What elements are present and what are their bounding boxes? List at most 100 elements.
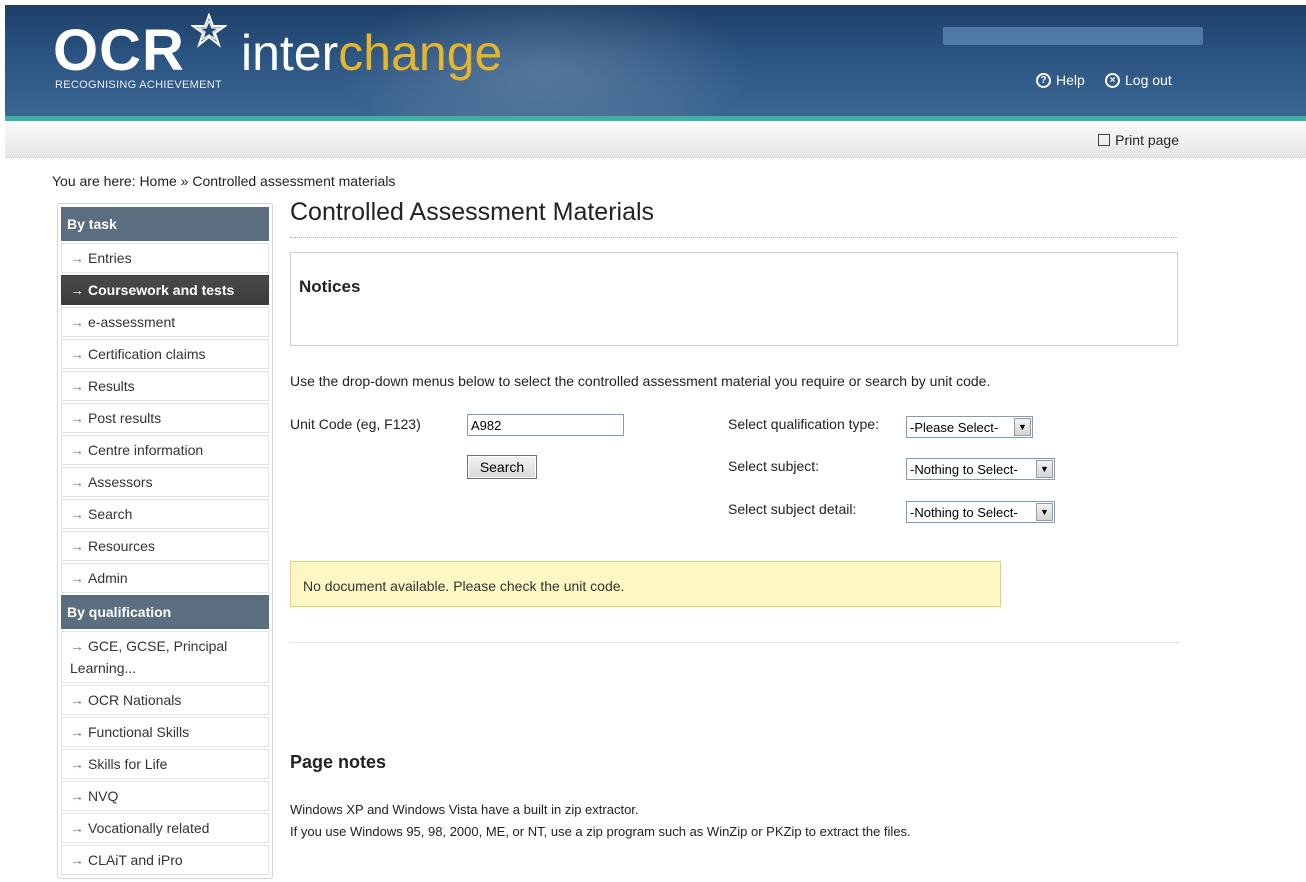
star-logo-icon	[191, 13, 227, 48]
arrow-right-icon: →	[70, 346, 84, 362]
subject-detail-value: -Nothing to Select-	[910, 504, 1018, 520]
sidebar-item-certification-claims[interactable]: → Certification claims	[61, 339, 269, 369]
sidebar-item-results[interactable]: → Results	[61, 371, 269, 401]
subject-detail-select[interactable]: -Nothing to Select- ▼	[906, 501, 1055, 523]
arrow-right-icon: →	[70, 852, 84, 868]
arrow-right-icon: →	[70, 250, 84, 266]
sidebar-item-entries[interactable]: → Entries	[61, 243, 269, 273]
sidebar-item-admin[interactable]: → Admin	[61, 563, 269, 593]
unit-code-input[interactable]	[467, 414, 624, 436]
sidebar-item-label: Coursework and tests	[88, 282, 235, 298]
qualification-type-select[interactable]: -Please Select- ▼	[906, 416, 1033, 438]
subject-select[interactable]: -Nothing to Select- ▼	[906, 458, 1055, 480]
sidebar-item-clait-and-ipro[interactable]: → CLAiT and iPro	[61, 845, 269, 875]
printer-icon	[1098, 134, 1111, 146]
sidebar-item-label: Admin	[88, 570, 128, 586]
sidebar-item-label: CLAiT and iPro	[88, 852, 183, 868]
subject-value: -Nothing to Select-	[910, 461, 1018, 477]
arrow-right-icon: →	[70, 378, 84, 394]
sidebar-heading-by-qualification: By qualification	[61, 595, 269, 629]
toolbar: Print page	[5, 121, 1306, 158]
sidebar-item-search[interactable]: → Search	[61, 499, 269, 529]
arrow-right-icon: →	[70, 692, 84, 708]
sidebar-item-label: Functional Skills	[88, 724, 190, 740]
arrow-right-icon: →	[70, 756, 84, 772]
arrow-right-icon: →	[70, 410, 84, 426]
chevron-down-icon: ▼	[1014, 418, 1031, 436]
sidebar-item-ocr-nationals[interactable]: → OCR Nationals	[61, 685, 269, 715]
arrow-right-icon: →	[70, 474, 84, 490]
notices-heading: Notices	[299, 277, 361, 296]
sidebar-item-skills-for-life[interactable]: → Skills for Life	[61, 749, 269, 779]
logo-tagline: RECOGNISING ACHIEVEMENT	[55, 79, 223, 91]
site-header: OCR RECOGNISING ACHIEVEMENT interchange …	[5, 5, 1306, 121]
sidebar-item-label: Certification claims	[88, 346, 206, 362]
sidebar-item-label: Resources	[88, 538, 155, 554]
qualification-type-value: -Please Select-	[910, 419, 999, 435]
chevron-down-icon: ▼	[1036, 460, 1053, 478]
subject-detail-label: Select subject detail:	[728, 501, 857, 517]
product-name-part1: inter	[241, 25, 339, 81]
subject-label: Select subject:	[728, 458, 820, 474]
help-icon: ?	[1036, 72, 1051, 88]
page-note-line-1: Windows XP and Windows Vista have a buil…	[290, 802, 639, 817]
header-user-bar	[943, 27, 1203, 45]
print-label: Print page	[1115, 132, 1179, 148]
arrow-right-icon: →	[70, 442, 84, 458]
product-name: interchange	[241, 25, 502, 81]
sidebar-item-label: Skills for Life	[88, 756, 168, 772]
sidebar-item-label: Search	[88, 506, 133, 522]
instructions-text: Use the drop-down menus below to select …	[290, 373, 991, 389]
print-page-link[interactable]: Print page	[1098, 132, 1179, 148]
breadcrumb: You are here: Home » Controlled assessme…	[52, 173, 396, 189]
unit-code-label: Unit Code (eg, F123)	[290, 416, 421, 432]
sidebar-item-label: Entries	[88, 250, 132, 266]
sidebar-heading-by-task: By task	[61, 207, 269, 241]
no-document-warning: No document available. Please check the …	[290, 561, 1001, 607]
qualification-type-label: Select qualification type:	[728, 416, 879, 432]
arrow-right-icon: →	[70, 788, 84, 804]
sidebar-item-label: Post results	[88, 410, 162, 426]
sidebar-item-centre-information[interactable]: → Centre information	[61, 435, 269, 465]
sidebar-item-e-assessment[interactable]: → e-assessment	[61, 307, 269, 337]
sidebar-item-resources[interactable]: → Resources	[61, 531, 269, 561]
sidebar-item-label: e-assessment	[88, 314, 176, 330]
sidebar: By task → Entries → Coursework and tests →…	[57, 203, 273, 879]
sidebar-item-label: Centre information	[88, 442, 204, 458]
sidebar-item-label: Assessors	[88, 474, 153, 490]
page-note-line-2: If you use Windows 95, 98, 2000, ME, or …	[290, 824, 911, 839]
sidebar-item-label: Vocationally related	[88, 820, 210, 836]
sidebar-item-vocationally-related[interactable]: → Vocationally related	[61, 813, 269, 843]
arrow-right-icon: →	[70, 538, 84, 554]
divider	[290, 642, 1179, 643]
arrow-right-icon: →	[70, 506, 84, 522]
sidebar-item-assessors[interactable]: → Assessors	[61, 467, 269, 497]
sidebar-item-gce-gcse[interactable]: → GCE, GCSE, Principal Learning...	[61, 631, 269, 683]
arrow-right-icon: →	[70, 724, 84, 740]
sidebar-item-post-results[interactable]: → Post results	[61, 403, 269, 433]
arrow-right-icon: →	[70, 638, 84, 654]
help-link[interactable]: ? Help	[1036, 72, 1085, 88]
search-button[interactable]: Search	[467, 455, 537, 479]
help-label: Help	[1056, 72, 1085, 88]
notices-box: Notices	[290, 252, 1178, 346]
arrow-right-icon: →	[70, 820, 84, 836]
arrow-right-icon: →	[70, 282, 84, 298]
page-title: Controlled Assessment Materials	[290, 198, 1178, 238]
sidebar-item-label: OCR Nationals	[88, 692, 182, 708]
page-notes-heading: Page notes	[290, 752, 387, 772]
arrow-right-icon: →	[70, 314, 84, 330]
chevron-down-icon: ▼	[1036, 503, 1053, 521]
logout-label: Log out	[1125, 72, 1172, 88]
sidebar-item-nvq[interactable]: → NVQ	[61, 781, 269, 811]
sidebar-item-label: Results	[88, 378, 135, 394]
sidebar-item-label: NVQ	[88, 788, 119, 804]
arrow-right-icon: →	[70, 570, 84, 586]
sidebar-item-label: GCE, GCSE, Principal Learning...	[70, 638, 228, 676]
sidebar-item-functional-skills[interactable]: → Functional Skills	[61, 717, 269, 747]
logout-link[interactable]: × Log out	[1105, 72, 1172, 88]
product-name-part2: change	[338, 25, 503, 81]
close-circle-icon: ×	[1105, 72, 1120, 88]
sidebar-item-coursework-and-tests[interactable]: → Coursework and tests	[61, 275, 269, 305]
ocr-logo[interactable]: OCR	[53, 21, 185, 81]
